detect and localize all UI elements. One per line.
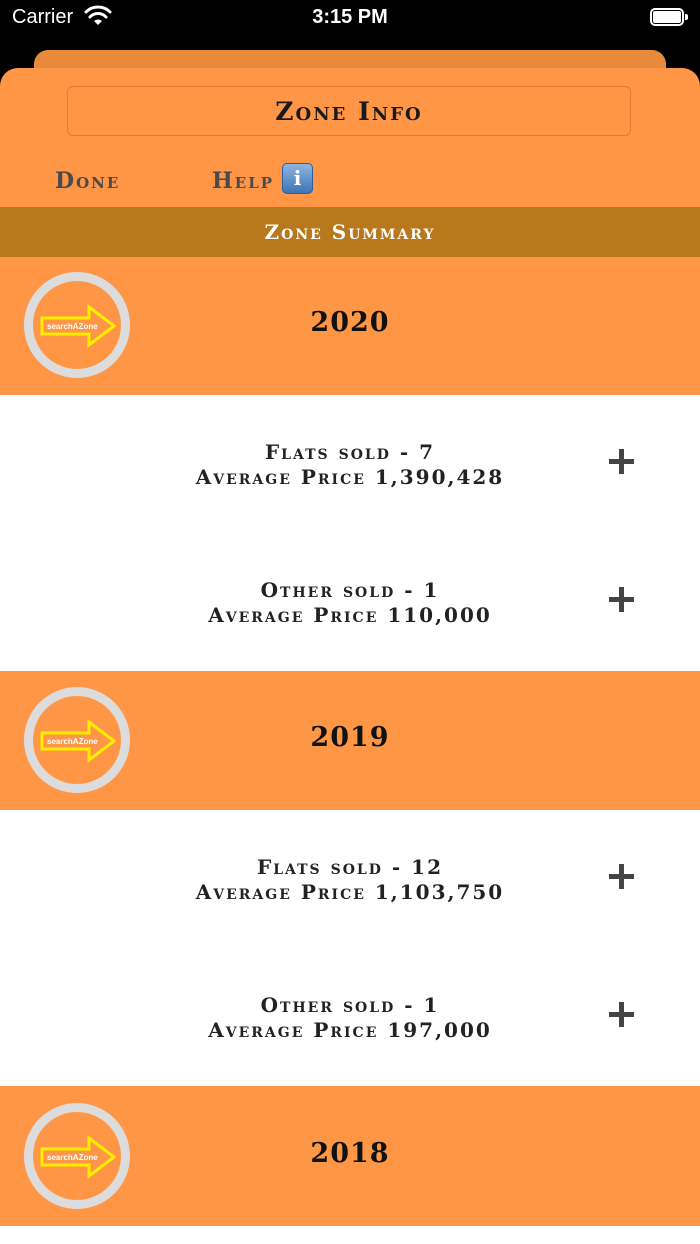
sale-summary: Flats sold - 7 Average Price 1,390,428 bbox=[0, 440, 700, 490]
expand-plus-icon[interactable] bbox=[608, 1001, 636, 1029]
sale-average-price: Average Price 110,000 bbox=[208, 603, 492, 627]
info-icon[interactable]: i bbox=[282, 163, 313, 194]
expand-plus-icon[interactable] bbox=[608, 863, 636, 891]
sale-count: Other sold - 1 bbox=[260, 578, 440, 602]
battery-icon bbox=[650, 8, 688, 26]
year-label: 2018 bbox=[310, 1138, 390, 1169]
sale-row[interactable]: Flats sold - 12 Average Price 1,103,750 bbox=[0, 810, 700, 948]
sale-count: Flats sold - 12 bbox=[257, 855, 443, 879]
year-header-2018[interactable]: searchAZone 2018 bbox=[0, 1088, 700, 1226]
year-header-2019[interactable]: searchAZone 2019 bbox=[0, 672, 700, 810]
sale-average-price: Average Price 1,390,428 bbox=[195, 465, 505, 489]
sale-row[interactable]: Flats sold - 7 Average Price 1,390,428 bbox=[0, 395, 700, 533]
sale-average-price: Average Price 1,103,750 bbox=[195, 880, 505, 904]
zone-summary-title: Zone Summary bbox=[264, 220, 436, 244]
sale-count: Flats sold - 7 bbox=[264, 440, 436, 464]
year-label: 2019 bbox=[310, 722, 390, 753]
expand-plus-icon[interactable] bbox=[608, 448, 636, 476]
status-bar: Carrier 3:15 PM bbox=[0, 0, 700, 40]
page-title: Zone Info bbox=[275, 96, 423, 126]
sale-row[interactable]: Other sold - 1 Average Price 197,000 bbox=[0, 948, 700, 1086]
sale-average-price: Average Price 197,000 bbox=[208, 1018, 492, 1042]
clock: 3:15 PM bbox=[312, 6, 388, 28]
year-label: 2020 bbox=[310, 307, 390, 338]
help-button[interactable]: Help bbox=[212, 168, 274, 194]
sale-summary: Other sold - 1 Average Price 197,000 bbox=[0, 993, 700, 1043]
zone-info-sheet: Zone Info Done Help i Zone Summary searc… bbox=[0, 68, 700, 1244]
sale-summary: Other sold - 1 Average Price 110,000 bbox=[0, 578, 700, 628]
expand-plus-icon[interactable] bbox=[608, 586, 636, 614]
zone-summary-bar: Zone Summary bbox=[0, 207, 700, 257]
sale-count: Other sold - 1 bbox=[260, 993, 440, 1017]
sale-summary: Flats sold - 12 Average Price 1,103,750 bbox=[0, 855, 700, 905]
year-header-2020[interactable]: searchAZone 2020 bbox=[0, 257, 700, 395]
sale-row-partial bbox=[0, 1226, 700, 1244]
done-button[interactable]: Done bbox=[55, 168, 120, 194]
sale-row[interactable]: Other sold - 1 Average Price 110,000 bbox=[0, 533, 700, 671]
title-box: Zone Info bbox=[67, 86, 631, 136]
